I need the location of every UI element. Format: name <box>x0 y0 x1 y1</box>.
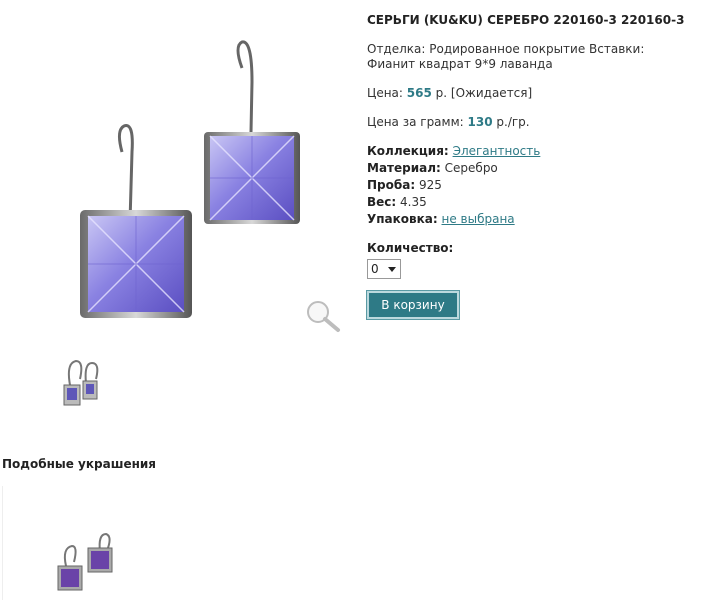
product-finish-text: Отделка: Родированное покрытие Вставки: … <box>367 42 645 71</box>
price-label: Цена: <box>367 86 403 100</box>
price-per-gram: Цена за грамм: 130 р./гр. <box>367 114 687 130</box>
per-gram-suffix: р./гр. <box>496 115 530 129</box>
collection-link[interactable]: Элегантность <box>453 144 541 158</box>
product-details: СЕРЬГИ (KU&KU) СЕРЕБРО 220160-3 220160-3… <box>366 12 687 320</box>
property-sample: Проба: 925 <box>367 177 687 194</box>
weight-value: 4.35 <box>400 195 427 209</box>
divider <box>2 486 3 600</box>
quantity-label: Количество: <box>367 241 454 255</box>
property-weight: Вес: 4.35 <box>367 194 687 211</box>
property-packaging: Упаковка: не выбрана <box>367 211 687 228</box>
product-price: Цена: 565 р. [Ожидается] <box>367 85 687 101</box>
sample-value: 925 <box>418 178 442 192</box>
quantity-value: 0 <box>371 262 379 276</box>
add-to-cart-button[interactable]: В корзину <box>366 290 460 320</box>
property-collection: Коллекция: Элегантность <box>367 143 687 160</box>
property-material: Материал: Серебро <box>367 160 687 177</box>
price-value: 565 <box>406 86 432 100</box>
quantity-select[interactable]: 0 <box>367 259 401 279</box>
packaging-label: Упаковка: <box>367 212 438 226</box>
product-title: СЕРЬГИ (KU&KU) СЕРЕБРО 220160-3 220160-3 <box>367 13 685 27</box>
product-properties: Коллекция: Элегантность Материал: Серебр… <box>367 143 687 228</box>
material-label: Материал: <box>367 161 441 175</box>
per-gram-value: 130 <box>467 115 493 129</box>
similar-product-image[interactable] <box>54 530 128 594</box>
chevron-down-icon <box>388 267 396 272</box>
magnifier-icon[interactable] <box>304 298 344 334</box>
sample-label: Проба: <box>367 178 416 192</box>
packaging-link[interactable]: не выбрана <box>442 212 515 226</box>
weight-label: Вес: <box>367 195 397 209</box>
similar-title: Подобные украшения <box>2 457 157 471</box>
product-thumbnail[interactable] <box>56 355 102 411</box>
per-gram-label: Цена за грамм: <box>367 115 464 129</box>
product-main-image[interactable] <box>20 22 350 340</box>
material-value: Серебро <box>444 161 498 175</box>
collection-label: Коллекция: <box>367 144 449 158</box>
price-suffix: р. [Ожидается] <box>435 86 533 100</box>
